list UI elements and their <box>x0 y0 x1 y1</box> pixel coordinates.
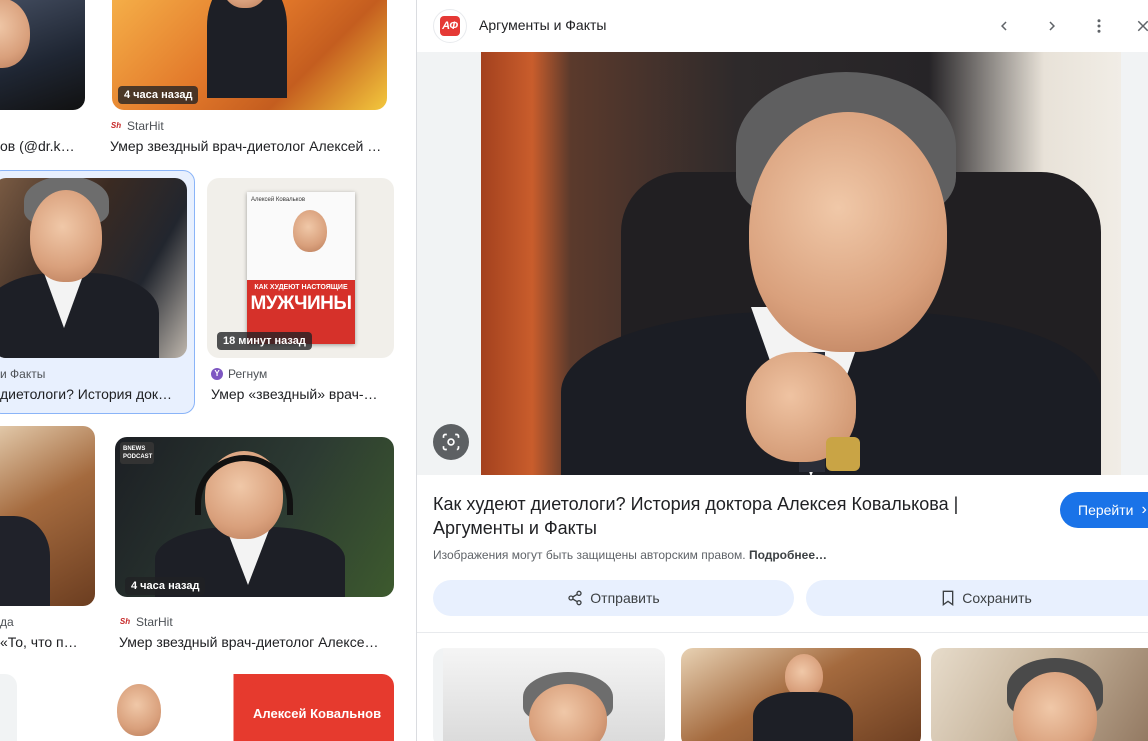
learn-more-link[interactable]: Подробнее… <box>749 548 827 562</box>
result-thumbnail[interactable]: Алексей Ковальнов <box>37 674 394 741</box>
result-title[interactable]: Умер звездный врач-диетолог Алексе… <box>119 634 389 650</box>
headphones-icon <box>195 455 293 515</box>
image-preview-panel: АФ Аргументы и Факты Как худеют диетолог… <box>416 0 1148 741</box>
image-results-grid: ов (@dr.ko… 4 часа назад Sh StarHit Умер… <box>0 0 410 741</box>
starhit-icon: Sh <box>110 121 122 130</box>
copyright-notice: Изображения могут быть защищены авторски… <box>433 548 828 562</box>
watch <box>826 437 860 471</box>
site-name[interactable]: Аргументы и Факты <box>479 17 606 33</box>
chevron-left-icon <box>1001 21 1007 31</box>
visit-button[interactable]: Перейти › <box>1060 492 1148 528</box>
result-thumbnail-selected[interactable] <box>0 178 187 358</box>
chevron-right-icon: › <box>1141 501 1147 518</box>
result-thumbnail[interactable]: Алексей Ковальков КАК ХУДЕЮТ НАСТОЯЩИЕ М… <box>207 178 394 358</box>
preview-image-area[interactable] <box>417 52 1148 475</box>
result-title[interactable]: «То, что пр… <box>0 634 85 650</box>
time-badge: 18 минут назад <box>217 332 312 350</box>
banner-text: Алексей Ковальнов <box>253 706 382 721</box>
preview-image[interactable] <box>481 52 1121 475</box>
result-thumbnail[interactable] <box>0 426 95 606</box>
time-badge: 4 часа назад <box>125 577 206 595</box>
share-button[interactable]: Отправить <box>433 580 794 616</box>
close-icon <box>1137 20 1148 32</box>
regnum-icon: Y <box>211 368 223 380</box>
lens-search-button[interactable] <box>433 424 469 460</box>
related-image[interactable] <box>931 648 1148 741</box>
result-title[interactable]: диетологи? История док… <box>0 386 182 402</box>
result-title[interactable]: Умер «звездный» врач-… <box>211 386 393 402</box>
podcast-logo: BNEWS PODCAST <box>120 442 154 464</box>
more-vert-icon <box>1097 19 1101 33</box>
divider <box>417 632 1148 633</box>
preview-header: АФ Аргументы и Факты <box>417 0 1148 52</box>
more-options-button[interactable] <box>1083 10 1115 42</box>
related-image[interactable] <box>433 648 665 741</box>
save-button[interactable]: Сохранить <box>806 580 1148 616</box>
book-cover: Алексей Ковальков КАК ХУДЕЮТ НАСТОЯЩИЕ М… <box>247 192 355 344</box>
result-title[interactable]: Умер звездный врач-диетолог Алексей … <box>110 138 392 154</box>
result-title[interactable]: ов (@dr.ko… <box>0 138 80 154</box>
chevron-right-icon <box>1049 21 1055 31</box>
aif-logo-icon: АФ <box>440 16 460 36</box>
related-image[interactable] <box>681 648 921 741</box>
google-lens-icon <box>442 433 460 451</box>
bookmark-icon <box>942 590 954 606</box>
close-button[interactable] <box>1127 10 1148 42</box>
result-source[interactable]: Sh StarHit <box>110 119 164 133</box>
result-thumbnail[interactable] <box>0 0 85 110</box>
result-thumbnail[interactable] <box>0 674 17 741</box>
result-source[interactable]: да <box>0 615 14 629</box>
next-button[interactable] <box>1036 10 1068 42</box>
result-thumbnail[interactable]: 4 часа назад <box>112 0 387 110</box>
result-source[interactable]: Y Регнум <box>211 367 267 381</box>
preview-title[interactable]: Как худеют диетологи? История доктора Ал… <box>433 492 993 540</box>
previous-button[interactable] <box>988 10 1020 42</box>
result-thumbnail[interactable]: BNEWS PODCAST 4 часа назад <box>115 437 394 597</box>
site-favicon[interactable]: АФ <box>433 9 467 43</box>
starhit-icon: Sh <box>119 617 131 626</box>
result-source[interactable]: и Факты <box>0 367 45 381</box>
result-source[interactable]: Sh StarHit <box>119 615 173 629</box>
share-icon <box>568 590 582 606</box>
time-badge: 4 часа назад <box>118 86 199 104</box>
